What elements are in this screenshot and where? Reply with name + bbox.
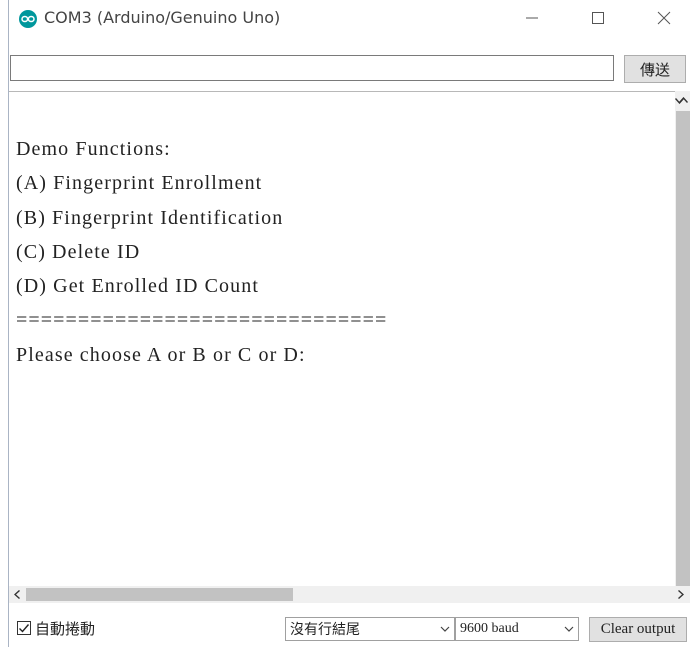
output-line: (A) Fingerprint Enrollment	[16, 172, 263, 195]
scroll-left-icon[interactable]	[9, 586, 25, 603]
autoscroll-option[interactable]: 自動捲動	[17, 617, 95, 639]
horizontal-scrollbar[interactable]	[9, 586, 690, 603]
vertical-scrollbar[interactable]	[675, 91, 690, 586]
output-line: Please choose A or B or C or D:	[16, 343, 306, 366]
vertical-scroll-thumb[interactable]	[676, 111, 690, 586]
maximize-icon	[592, 12, 604, 24]
output-line: Demo Functions:	[16, 138, 171, 160]
send-input[interactable]	[10, 55, 614, 81]
scroll-down-icon[interactable]	[674, 91, 690, 108]
clear-output-button[interactable]: Clear output	[589, 617, 687, 642]
close-button[interactable]	[641, 0, 687, 36]
baud-rate-select[interactable]: 9600 baud	[455, 617, 579, 641]
scroll-right-icon[interactable]	[673, 586, 689, 603]
minimize-button[interactable]	[509, 0, 555, 36]
minimize-icon	[526, 17, 538, 19]
window-title: COM3 (Arduino/Genuino Uno)	[44, 8, 281, 27]
serial-monitor-window: COM3 (Arduino/Genuino Uno) 傳送 Demo Funct…	[8, 0, 690, 647]
arduino-logo-icon	[19, 10, 37, 28]
bottom-bar: 自動捲動 沒有行結尾 9600 baud Clear output	[9, 611, 690, 647]
title-bar[interactable]: COM3 (Arduino/Genuino Uno)	[9, 0, 690, 36]
maximize-button[interactable]	[575, 0, 621, 36]
output-line: (C) Delete ID	[16, 240, 141, 263]
send-row: 傳送	[9, 55, 690, 85]
serial-output-area[interactable]: Demo Functions: (A) Fingerprint Enrollme…	[9, 91, 675, 587]
send-button[interactable]: 傳送	[624, 55, 686, 83]
baud-rate-value: 9600 baud	[460, 621, 519, 636]
chevron-down-icon	[440, 626, 450, 632]
horizontal-scroll-thumb[interactable]	[26, 588, 293, 601]
output-line: (B) Fingerprint Identification	[16, 206, 284, 229]
serial-output-text: Demo Functions: (A) Fingerprint Enrollme…	[16, 132, 387, 372]
autoscroll-checkbox[interactable]	[17, 621, 31, 635]
chevron-down-icon	[564, 626, 574, 632]
autoscroll-label: 自動捲動	[35, 619, 96, 638]
close-icon	[657, 11, 671, 25]
line-ending-value: 沒有行結尾	[290, 622, 360, 638]
checkmark-icon	[19, 624, 30, 633]
output-line: ==============================	[16, 309, 388, 332]
line-ending-select[interactable]: 沒有行結尾	[285, 617, 455, 641]
output-line: (D) Get Enrolled ID Count	[16, 275, 260, 298]
